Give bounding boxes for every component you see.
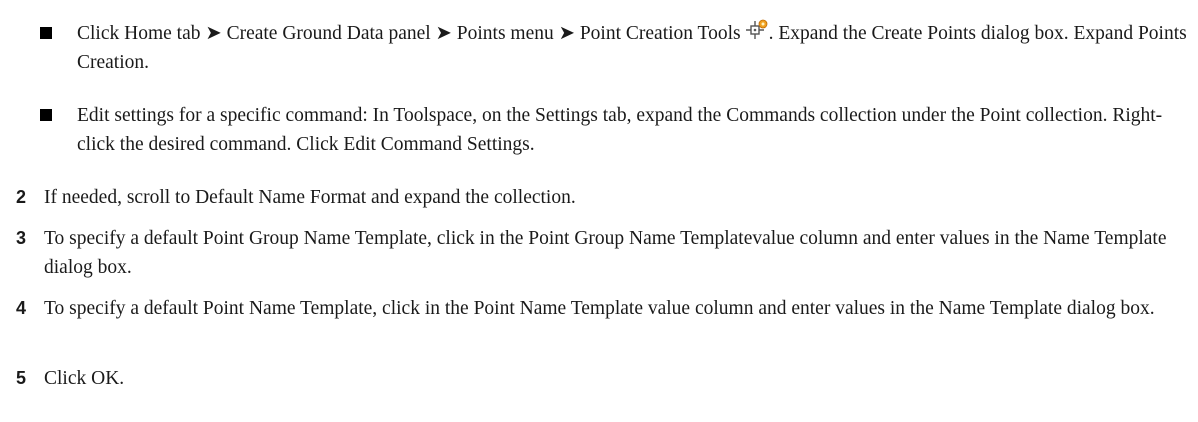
step-text: Click OK. (44, 368, 125, 389)
step-number: 2 (16, 187, 27, 207)
document-page: Click Home tab ➤ Create Ground Data pane… (0, 0, 1198, 422)
step-text: If needed, scroll to Default Name Format… (44, 187, 576, 208)
step-number: 3 (16, 228, 27, 248)
step-number: 5 (16, 368, 27, 388)
step-text: To specify a default Point Group Name Te… (44, 228, 1167, 278)
bullet-text-before-icon: Click Home tab ➤ Create Ground Data pane… (77, 23, 741, 44)
step-text: To specify a default Point Name Template… (44, 298, 1155, 319)
bullet-text: Edit settings for a specific command: In… (77, 105, 1163, 155)
point-creation-tools-icon (745, 19, 768, 39)
bullet-text: Click Home tab ➤ Create Ground Data pane… (77, 19, 1187, 77)
bullet-marker (40, 27, 52, 39)
step-number: 4 (16, 298, 27, 318)
bullet-marker (40, 109, 52, 121)
